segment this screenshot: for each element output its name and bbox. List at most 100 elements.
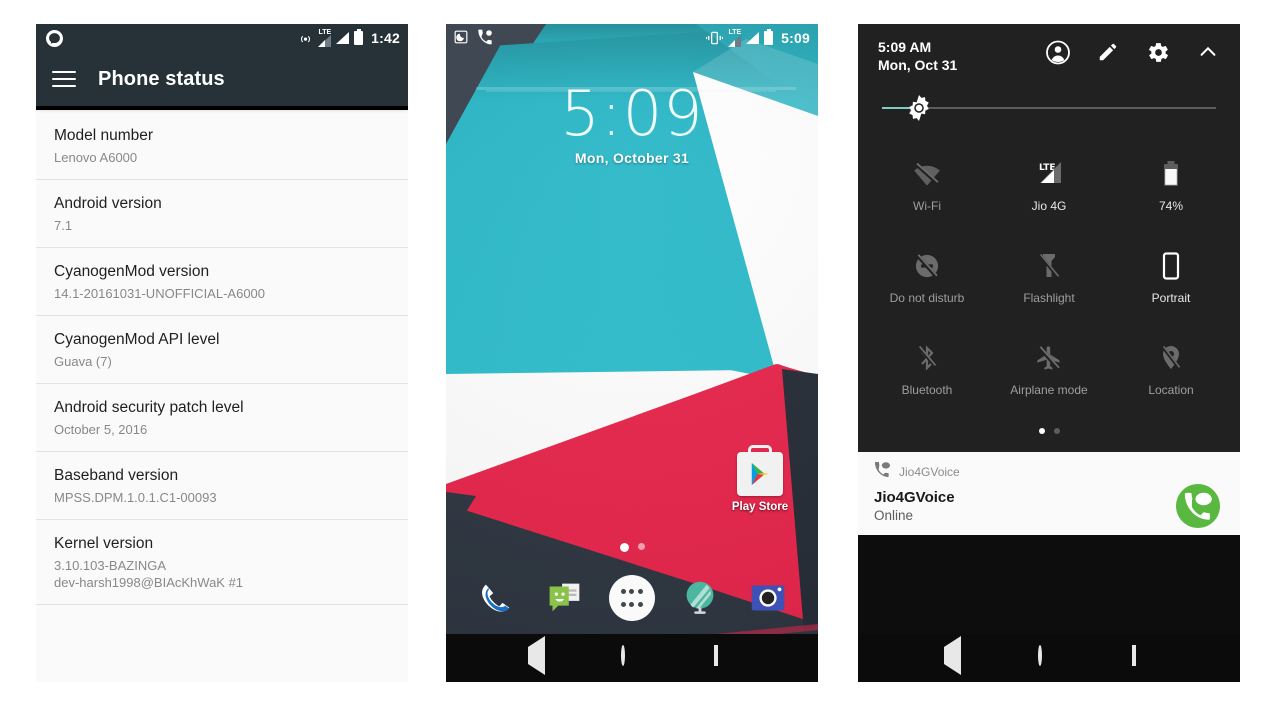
battery-icon bbox=[354, 29, 364, 45]
qs-tile-mobile-data[interactable]: LTE Jio 4G bbox=[988, 142, 1110, 230]
qs-tile-label: Airplane mode bbox=[1010, 382, 1088, 397]
location-off-icon bbox=[1159, 344, 1183, 372]
gear-icon[interactable] bbox=[1146, 40, 1170, 64]
qs-tile-wifi[interactable]: Wi-Fi bbox=[866, 142, 988, 230]
brightness-slider[interactable] bbox=[858, 82, 1240, 138]
list-item[interactable]: CyanogenMod API level Guava (7) bbox=[36, 316, 408, 384]
qs-tile-do-not-disturb[interactable]: Do not disturb bbox=[866, 234, 988, 322]
home-page-indicator bbox=[446, 543, 818, 552]
battery-icon bbox=[1161, 160, 1181, 188]
missed-call-icon bbox=[477, 29, 493, 48]
messaging-icon[interactable] bbox=[541, 575, 587, 621]
lte-signal-icon: LTE bbox=[1034, 160, 1064, 188]
phone-settings-screen: LTE 1:42 Phone status Model number Lenov… bbox=[36, 24, 408, 682]
qs-tile-location[interactable]: Location bbox=[1110, 326, 1232, 414]
qs-tile-rotation[interactable]: Portrait bbox=[1110, 234, 1232, 322]
setting-title: CyanogenMod version bbox=[54, 263, 210, 280]
quick-settings-page-indicator bbox=[858, 414, 1240, 452]
home-icon[interactable] bbox=[620, 645, 643, 669]
setting-title: Android security patch level bbox=[54, 399, 244, 416]
clock-widget[interactable]: 5:09 Mon, October 31 bbox=[446, 77, 818, 167]
setting-value: MPSS.DPM.1.0.1.C1-00093 bbox=[54, 490, 217, 505]
wifi-off-icon bbox=[913, 160, 941, 188]
jio4gvoice-small-icon bbox=[874, 462, 891, 482]
quick-settings-tiles: Wi-Fi LTE Jio 4G 74% Do not disturb Flas… bbox=[858, 138, 1240, 414]
setting-title: Baseband version bbox=[54, 467, 179, 484]
list-item[interactable]: Android version 7.1 bbox=[36, 180, 408, 248]
back-icon[interactable] bbox=[527, 636, 550, 675]
setting-title: CyanogenMod API level bbox=[54, 331, 220, 348]
setting-value: 7.1 bbox=[54, 218, 73, 233]
signal-icon bbox=[746, 32, 760, 44]
brightness-sun-icon[interactable] bbox=[906, 95, 932, 121]
qs-tile-label: Bluetooth bbox=[901, 382, 953, 397]
qs-tile-label: Do not disturb bbox=[889, 290, 965, 305]
bluetooth-off-icon bbox=[914, 344, 940, 372]
list-item[interactable]: Kernel version 3.10.103-BAZINGA dev-hars… bbox=[36, 520, 408, 605]
notification-app-name: Jio4GVoice bbox=[899, 465, 960, 479]
notification-title: Jio4GVoice bbox=[874, 489, 955, 506]
qs-tile-label: 74% bbox=[1158, 198, 1184, 213]
setting-title: Android version bbox=[54, 195, 162, 212]
battery-icon bbox=[764, 29, 774, 45]
app-toolbar: Phone status bbox=[36, 52, 408, 106]
phone-home-screen: LTE 5:09 5:09 Mon, October 31 Play Store bbox=[446, 24, 818, 682]
qs-tile-airplane-mode[interactable]: Airplane mode bbox=[988, 326, 1110, 414]
user-avatar-icon[interactable] bbox=[1046, 40, 1070, 64]
airplane-off-icon bbox=[1035, 344, 1063, 372]
hamburger-menu-icon[interactable] bbox=[52, 71, 76, 87]
home-icon[interactable] bbox=[1038, 645, 1060, 669]
qs-tile-bluetooth[interactable]: Bluetooth bbox=[866, 326, 988, 414]
clock-time: 5:09 bbox=[560, 77, 704, 150]
jio4gvoice-icon bbox=[1176, 484, 1220, 528]
page-dot[interactable] bbox=[1053, 428, 1060, 434]
qs-tile-label: Jio 4G bbox=[1031, 198, 1067, 213]
brightness-track[interactable] bbox=[882, 95, 1216, 121]
setting-value: Lenovo A6000 bbox=[54, 150, 138, 165]
flashlight-off-icon bbox=[1037, 252, 1061, 280]
recents-icon[interactable] bbox=[714, 645, 736, 669]
back-icon[interactable] bbox=[944, 636, 966, 675]
screenshot-stage: LTE 1:42 Phone status Model number Lenov… bbox=[0, 0, 1280, 720]
lte-signal-icon: LTE bbox=[318, 29, 332, 47]
setting-value: 3.10.103-BAZINGA bbox=[54, 558, 166, 573]
phone-icon[interactable] bbox=[473, 575, 519, 621]
setting-value-line2: dev-harsh1998@BIAcKhWaK #1 bbox=[54, 575, 244, 590]
qs-date: Mon, Oct 31 bbox=[878, 57, 958, 73]
qs-tile-label: Portrait bbox=[1151, 290, 1191, 305]
status-bar: LTE 5:09 bbox=[446, 24, 818, 52]
camera-icon[interactable] bbox=[745, 575, 791, 621]
page-dot-active[interactable] bbox=[1038, 428, 1045, 434]
app-shortcut-play-store[interactable]: Play Store bbox=[724, 452, 796, 513]
whatsapp-icon bbox=[46, 29, 63, 47]
app-drawer-icon[interactable] bbox=[609, 575, 655, 621]
lte-signal-icon: LTE bbox=[728, 29, 742, 47]
list-item[interactable]: Model number Lenovo A6000 bbox=[36, 110, 408, 180]
page-title: Phone status bbox=[98, 67, 225, 90]
recents-icon[interactable] bbox=[1132, 645, 1154, 669]
list-item[interactable]: CyanogenMod version 14.1-20161031-UNOFFI… bbox=[36, 248, 408, 316]
list-item[interactable]: Android security patch level October 5, … bbox=[36, 384, 408, 452]
navigation-bar bbox=[446, 634, 818, 682]
home-screen-content: LTE 5:09 5:09 Mon, October 31 Play Store bbox=[446, 24, 818, 682]
qs-tile-label: Location bbox=[1148, 382, 1194, 397]
setting-value: 14.1-20161031-UNOFFICIAL-A6000 bbox=[54, 286, 266, 301]
dock bbox=[446, 562, 818, 634]
setting-value: Guava (7) bbox=[54, 354, 112, 369]
vibrate-icon bbox=[706, 31, 724, 45]
list-item[interactable]: Baseband version MPSS.DPM.1.0.1.C1-00093 bbox=[36, 452, 408, 520]
qs-tile-label: Flashlight bbox=[1023, 290, 1075, 305]
phone-quick-settings-shade: 5:09 AM Mon, Oct 31 Wi-Fi LTE Jio 4G 74%… bbox=[858, 24, 1240, 682]
hotspot-icon bbox=[298, 31, 313, 46]
qs-tile-battery[interactable]: 74% bbox=[1110, 142, 1232, 230]
notification-jio4gvoice[interactable]: Jio4GVoice Jio4GVoice Online bbox=[858, 452, 1240, 535]
page-dot[interactable] bbox=[637, 543, 645, 550]
browser-globe-icon[interactable] bbox=[677, 575, 723, 621]
phone-status-list[interactable]: Model number Lenovo A6000 Android versio… bbox=[36, 110, 408, 682]
edit-pencil-icon[interactable] bbox=[1096, 40, 1120, 64]
qs-tile-flashlight[interactable]: Flashlight bbox=[988, 234, 1110, 322]
page-dot-active[interactable] bbox=[619, 543, 629, 552]
app-label: Play Store bbox=[731, 501, 789, 513]
setting-title: Model number bbox=[54, 127, 154, 144]
chevron-up-icon[interactable] bbox=[1196, 40, 1220, 64]
